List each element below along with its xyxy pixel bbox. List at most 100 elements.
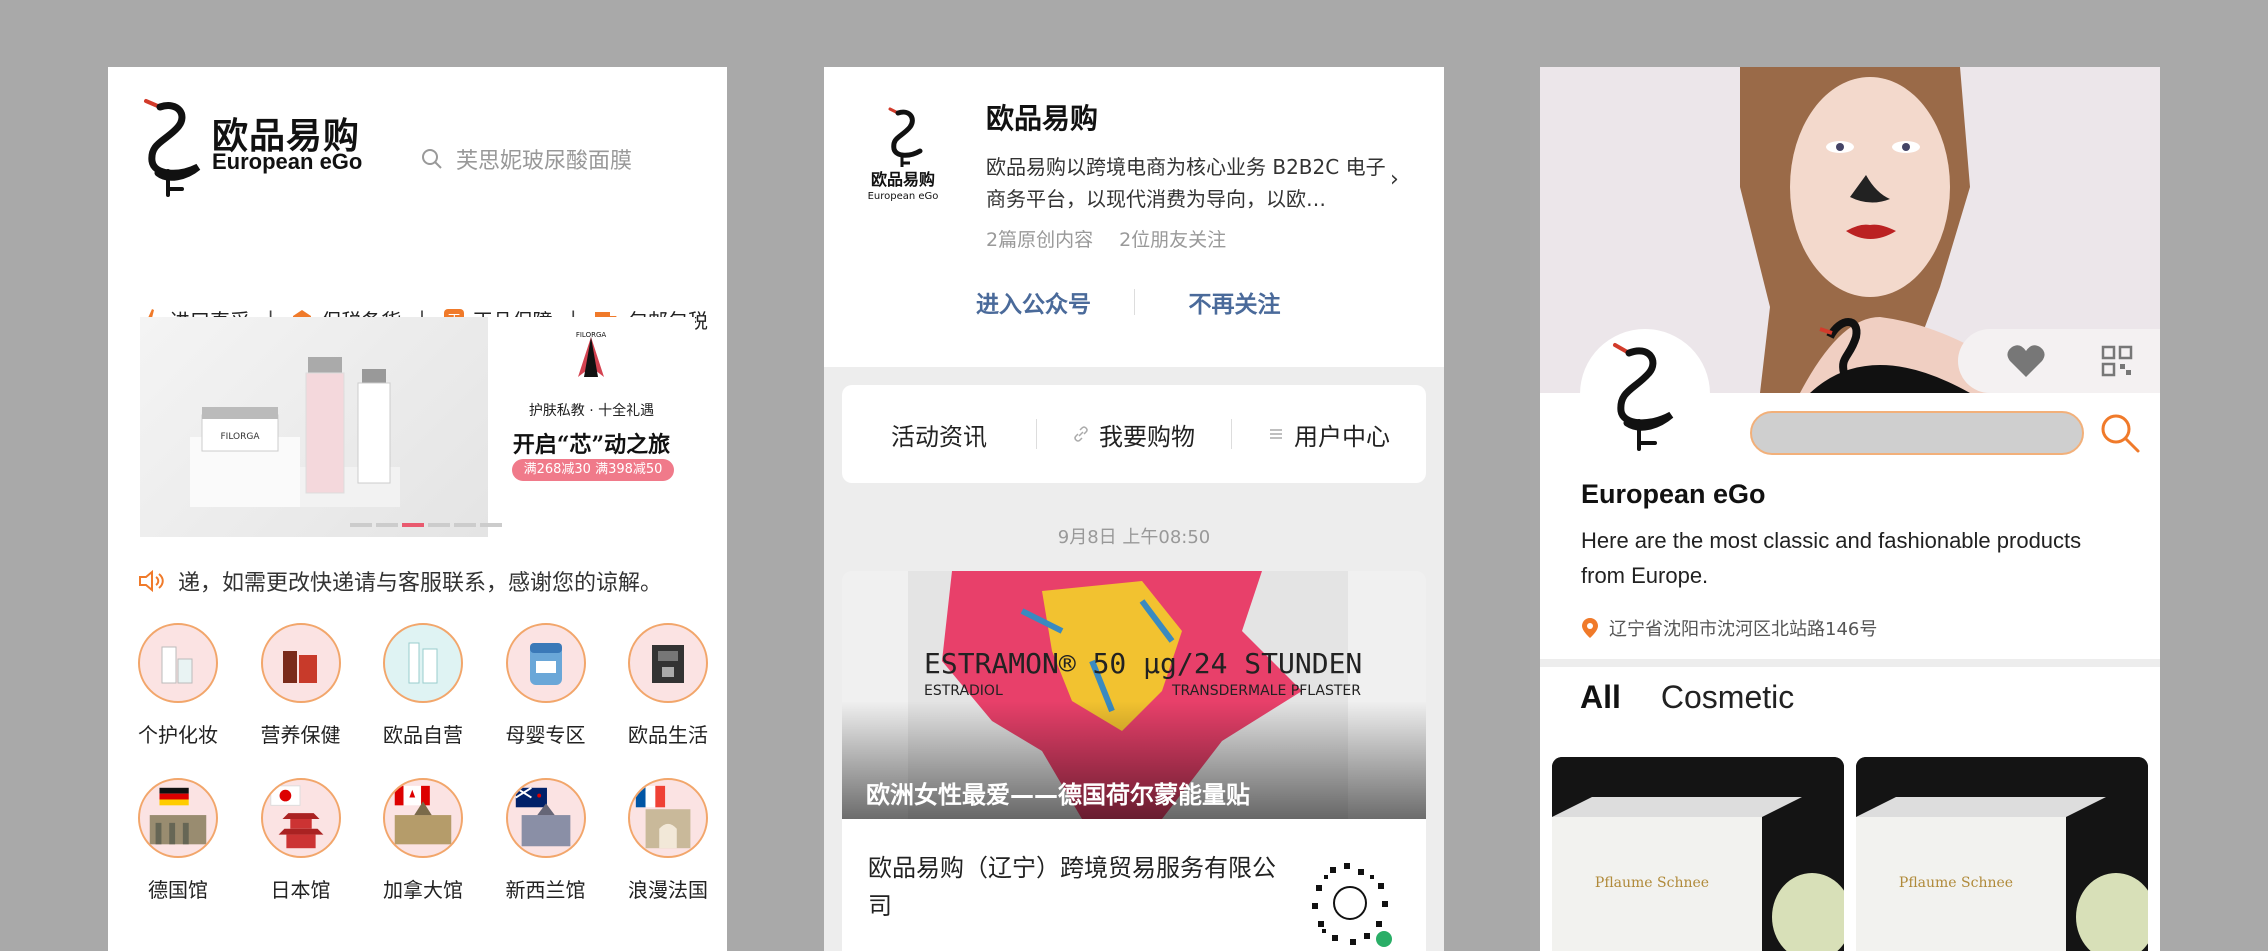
account-description[interactable]: 欧品易购以跨境电商为核心业务 B2B2C 电子商务平台，以现代消费为导向，以欧…: [986, 151, 1386, 215]
search-icon: [422, 149, 442, 169]
category-mother-baby[interactable]: 母婴专区: [496, 623, 596, 748]
carousel-dot[interactable]: [480, 523, 502, 527]
account-profile: 欧品易购 European eGo 欧品易购 欧品易购以跨境电商为核心业务 B2…: [824, 67, 1444, 367]
location-pin-icon: [1582, 618, 1598, 638]
tab-cosmetic[interactable]: Cosmetic: [1661, 679, 1794, 716]
category-label: 营养保健: [260, 723, 341, 747]
category-canada[interactable]: 加拿大馆: [373, 778, 473, 903]
discount-tag: 满268减30 满398减50: [512, 459, 674, 481]
carousel-dot[interactable]: [454, 523, 476, 527]
account-logo-cn: 欧品易购: [871, 170, 935, 189]
announcement-bar[interactable]: 递，如需更改快递请与客服联系，感谢您的谅解。: [138, 561, 718, 601]
stork-logo-icon: [1613, 343, 1674, 451]
category-life[interactable]: 欧品生活: [618, 623, 718, 748]
account-logo-en: European eGo: [868, 191, 939, 202]
search-bar[interactable]: 芙思妮玻尿酸面膜: [420, 139, 710, 179]
carousel-dot-active[interactable]: [402, 523, 424, 527]
chevron-right-icon[interactable]: ›: [1390, 167, 1399, 192]
unfollow-button[interactable]: 不再关注: [1135, 285, 1335, 319]
menu-label: 用户中心: [1294, 422, 1390, 451]
official-account-panel: 欧品易购 European eGo 欧品易购 欧品易购以跨境电商为核心业务 B2…: [824, 67, 1444, 951]
account-name: 欧品易购: [986, 102, 1099, 135]
category-nutrition[interactable]: 营养保健: [251, 623, 351, 748]
product-grid: Pflaume Schnee Pflaume Schnee: [1552, 757, 2148, 951]
qr-code-icon[interactable]: [2101, 345, 2133, 377]
category-image: [628, 778, 708, 858]
link-icon: [1074, 426, 1088, 442]
filorga-logo-text: FILORGA: [576, 331, 607, 339]
category-label: 德国馆: [148, 878, 208, 902]
category-image: [138, 623, 218, 703]
shop-home-panel: 欧品易购 European eGo 芙思妮玻尿酸面膜 进口直采 | 保税备货 |…: [108, 67, 727, 951]
store-address[interactable]: 辽宁省沈阳市沈河区北站路146号: [1581, 615, 1877, 641]
product-label-text: Pflaume Schnee: [1595, 875, 1709, 891]
store-avatar[interactable]: [1580, 329, 1710, 459]
category-image: [260, 778, 341, 858]
category-label: 浪漫法国: [628, 878, 708, 902]
logo-en-text: European eGo: [212, 149, 363, 174]
carousel-indicator[interactable]: [350, 523, 502, 527]
product-sub-1: ESTRADIOL: [924, 683, 1003, 699]
announcement-text: 递，如需更改快递请与客服联系，感谢您的谅解。: [178, 571, 663, 596]
menu-item-user-center[interactable]: 用户中心: [1232, 417, 1426, 452]
filorga-logo-icon: FILORGA: [576, 331, 607, 377]
menu-item-shop[interactable]: 我要购物: [1037, 417, 1231, 452]
speaker-icon: [139, 569, 164, 593]
category-image: [138, 778, 218, 858]
tab-all[interactable]: All: [1580, 679, 1621, 716]
ad-line-2: 开启“芯”动之旅: [512, 432, 671, 458]
article-title: 欧品易购（辽宁）跨境贸易服务有限公司: [868, 854, 1276, 920]
account-logo-icon: 欧品易购 European eGo: [868, 107, 939, 202]
stork-logo-icon: [144, 99, 201, 197]
category-new-zealand[interactable]: 新西兰馆: [496, 778, 596, 903]
menu-label: 活动资讯: [891, 422, 987, 451]
product-label-text: Pflaume Schnee: [1899, 875, 2013, 891]
category-image: [505, 778, 586, 858]
promo-banner[interactable]: FILORGA FILORGA 护肤私教 · 十全礼遇 开启“芯”动之旅 满26…: [140, 317, 695, 537]
search-icon[interactable]: [2098, 411, 2142, 455]
menu-label: 我要购物: [1099, 422, 1195, 451]
qr-code-icon[interactable]: [1300, 853, 1400, 951]
category-label: 新西兰馆: [505, 878, 586, 902]
category-japan[interactable]: 日本馆: [251, 778, 351, 903]
store-search-input[interactable]: [1750, 411, 2084, 455]
category-image: [628, 623, 708, 703]
friends-count: 2位朋友关注: [1119, 229, 1227, 251]
category-personal-care[interactable]: 个护化妆: [128, 623, 228, 748]
category-germany[interactable]: 德国馆: [128, 778, 228, 903]
store-action-bar: [1958, 329, 2160, 393]
category-france[interactable]: 浪漫法国: [618, 778, 718, 903]
product-sub-2: TRANSDERMALE PFLASTER: [1171, 683, 1361, 699]
category-image: [383, 623, 463, 703]
original-count: 2篇原创内容: [986, 229, 1094, 251]
product-card[interactable]: Pflaume Schnee: [1552, 757, 1844, 951]
category-label: 母婴专区: [505, 723, 586, 747]
carousel-dot[interactable]: [428, 523, 450, 527]
category-label: 日本馆: [270, 878, 331, 902]
article-cover-image: ESTRAMON® 50 µg/24 STUNDEN ESTRADIOL TRA…: [842, 571, 1426, 819]
heart-icon[interactable]: [2006, 343, 2046, 379]
ad-line-1: 护肤私教 · 十全礼遇: [528, 403, 655, 419]
category-label: 个护化妆: [138, 723, 218, 747]
carousel-dot[interactable]: [350, 523, 372, 527]
message-timestamp: 9月8日 上午08:50: [1057, 527, 1211, 548]
enter-account-button[interactable]: 进入公众号: [934, 285, 1134, 319]
menu-item-news[interactable]: 活动资讯: [842, 417, 1036, 452]
carousel-dot[interactable]: [376, 523, 398, 527]
header: 欧品易购 European eGo 芙思妮玻尿酸面膜: [108, 67, 727, 227]
store-profile-panel: European eGo Here are the most classic a…: [1540, 67, 2160, 951]
category-label: 欧品自营: [383, 723, 463, 747]
product-image: Pflaume Schnee: [1856, 757, 2148, 951]
category-grid: 个护化妆 营养保健 欧品自营 母婴专区 欧品生活 德国馆 日本馆 加拿大馆 新西…: [128, 623, 718, 933]
address-text: 辽宁省沈阳市沈河区北站路146号: [1609, 619, 1878, 640]
category-self-operated[interactable]: 欧品自营: [373, 623, 473, 748]
store-name: European eGo: [1581, 479, 1766, 509]
category-label: 欧品生活: [628, 723, 708, 747]
account-menu: 活动资讯 我要购物 用户中心: [842, 385, 1426, 483]
product-tabs: All Cosmetic: [1580, 679, 1794, 716]
category-image: [383, 778, 463, 858]
menu-lines-icon: [1270, 429, 1282, 439]
article-card[interactable]: ESTRAMON® 50 µg/24 STUNDEN ESTRADIOL TRA…: [842, 571, 1426, 951]
product-card[interactable]: Pflaume Schnee: [1856, 757, 2148, 951]
store-description: Here are the most classic and fashionabl…: [1581, 528, 2082, 588]
